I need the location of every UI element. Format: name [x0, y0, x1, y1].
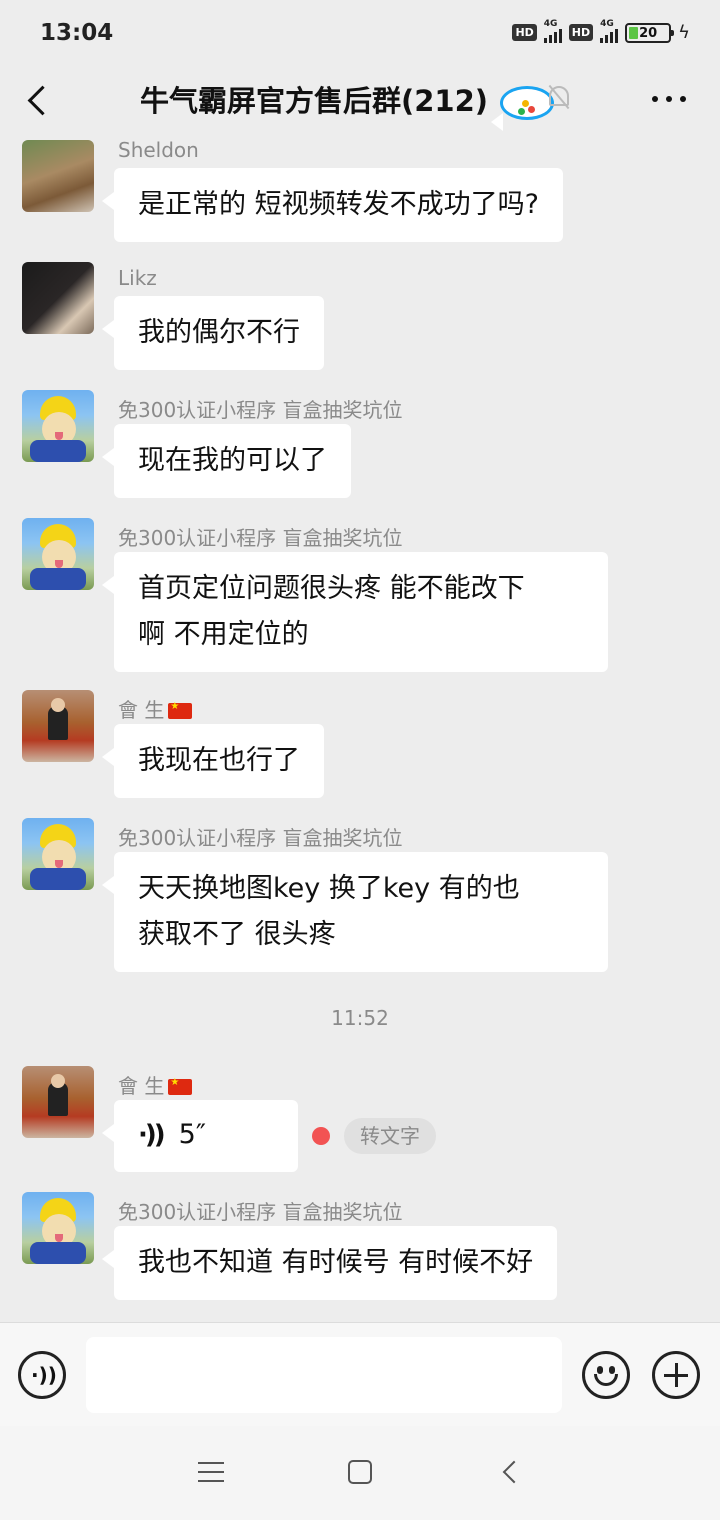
avatar[interactable]	[22, 518, 94, 590]
charging-icon: ϟ	[678, 22, 690, 43]
network-type: 4G	[543, 18, 558, 29]
hd-icon: HD	[512, 24, 537, 41]
avatar[interactable]	[22, 1066, 94, 1138]
sender-name: 免300认证小程序 盲盒抽奖坑位	[118, 826, 403, 850]
voice-playback-icon: ·))	[138, 1120, 166, 1150]
voice-message-bubble[interactable]: ·)) 5″	[102, 1100, 298, 1172]
avatar[interactable]	[22, 390, 94, 462]
nav-back-icon[interactable]	[502, 1460, 526, 1484]
status-bar: 13:04 HD 4G HD 4G 20 ϟ	[0, 0, 720, 68]
input-bar: ·))	[0, 1322, 720, 1426]
message-input[interactable]	[86, 1337, 562, 1413]
avatar[interactable]	[22, 818, 94, 890]
message-bubble[interactable]: 是正常的 短视频转发不成功了吗?	[102, 168, 563, 242]
status-icons: HD 4G HD 4G 20 ϟ	[512, 19, 690, 43]
emoji-icon[interactable]	[582, 1351, 630, 1399]
signal-icon: 4G	[600, 19, 619, 43]
sender-name: 會 生	[118, 1070, 193, 1099]
message-text-line: 首页定位问题很头疼 能不能改下	[138, 573, 525, 604]
message-bubble[interactable]: 现在我的可以了	[102, 424, 351, 498]
sender-name: 免300认证小程序 盲盒抽奖坑位	[118, 526, 403, 550]
back-icon[interactable]	[20, 80, 60, 120]
sender-name: Likz	[118, 266, 157, 290]
message-text: 我也不知道 有时候号 有时候不好	[138, 1247, 534, 1278]
unread-dot	[312, 1127, 330, 1145]
signal-icon: 4G	[543, 19, 562, 43]
battery-level: 20	[639, 25, 658, 41]
voice-duration: 5″	[178, 1119, 206, 1150]
message-bubble[interactable]: 我也不知道 有时候号 有时候不好	[101, 1226, 558, 1300]
time-separator: 11:52	[331, 1006, 389, 1030]
sender-name: Sheldon	[118, 138, 199, 162]
menu-icon[interactable]	[198, 1462, 224, 1482]
battery-icon: 20	[625, 22, 675, 43]
sender-name: 免300认证小程序 盲盒抽奖坑位	[118, 1200, 403, 1224]
sender-name-text: 會 生	[118, 698, 165, 722]
hd-icon: HD	[568, 24, 594, 41]
china-flag-icon	[168, 701, 193, 719]
status-time: 13:04	[40, 20, 114, 46]
chat-header: 牛气霸屏官方售后群(212)	[0, 68, 720, 134]
title-group: 牛气霸屏官方售后群(212)	[140, 78, 574, 131]
mute-icon	[546, 84, 574, 114]
message-text: 现在我的可以了	[138, 445, 327, 476]
message-bubble[interactable]: 我现在也行了	[102, 724, 324, 798]
sender-name: 會 生	[118, 694, 193, 723]
system-nav-bar	[0, 1426, 720, 1520]
message-text-line: 啊 不用定位的	[138, 619, 309, 650]
sender-name-text: 會 生	[118, 1074, 165, 1098]
more-icon[interactable]	[652, 96, 686, 102]
sender-name: 免300认证小程序 盲盒抽奖坑位	[118, 398, 403, 422]
message-text-line: 天天换地图key 换了key 有的也	[138, 873, 520, 904]
avatar[interactable]	[22, 690, 94, 762]
convert-to-text-button[interactable]: 转文字	[344, 1118, 436, 1154]
message-bubble[interactable]: 天天换地图key 换了key 有的也 获取不了 很头疼	[102, 852, 608, 972]
page-title: 牛气霸屏官方售后群(212)	[140, 84, 489, 118]
avatar[interactable]	[22, 1192, 94, 1264]
message-text: 是正常的 短视频转发不成功了吗?	[138, 189, 539, 220]
plus-icon[interactable]	[652, 1351, 700, 1399]
network-type: 4G	[600, 18, 614, 29]
message-text-line: 获取不了 很头疼	[138, 919, 336, 950]
message-bubble[interactable]: 我的偶尔不行	[102, 296, 324, 370]
message-text: 我现在也行了	[138, 745, 300, 776]
message-bubble[interactable]: 首页定位问题很头疼 能不能改下 啊 不用定位的	[102, 552, 608, 672]
message-text: 我的偶尔不行	[138, 317, 300, 348]
message-list[interactable]: Sheldon 是正常的 短视频转发不成功了吗? Likz 我的偶尔不行 免30…	[0, 134, 720, 1322]
avatar[interactable]	[22, 140, 94, 212]
china-flag-icon	[168, 1077, 193, 1095]
avatar[interactable]	[22, 262, 94, 334]
multi-chat-icon	[491, 82, 555, 131]
voice-input-icon[interactable]: ·))	[18, 1351, 66, 1399]
home-icon[interactable]	[348, 1460, 372, 1484]
